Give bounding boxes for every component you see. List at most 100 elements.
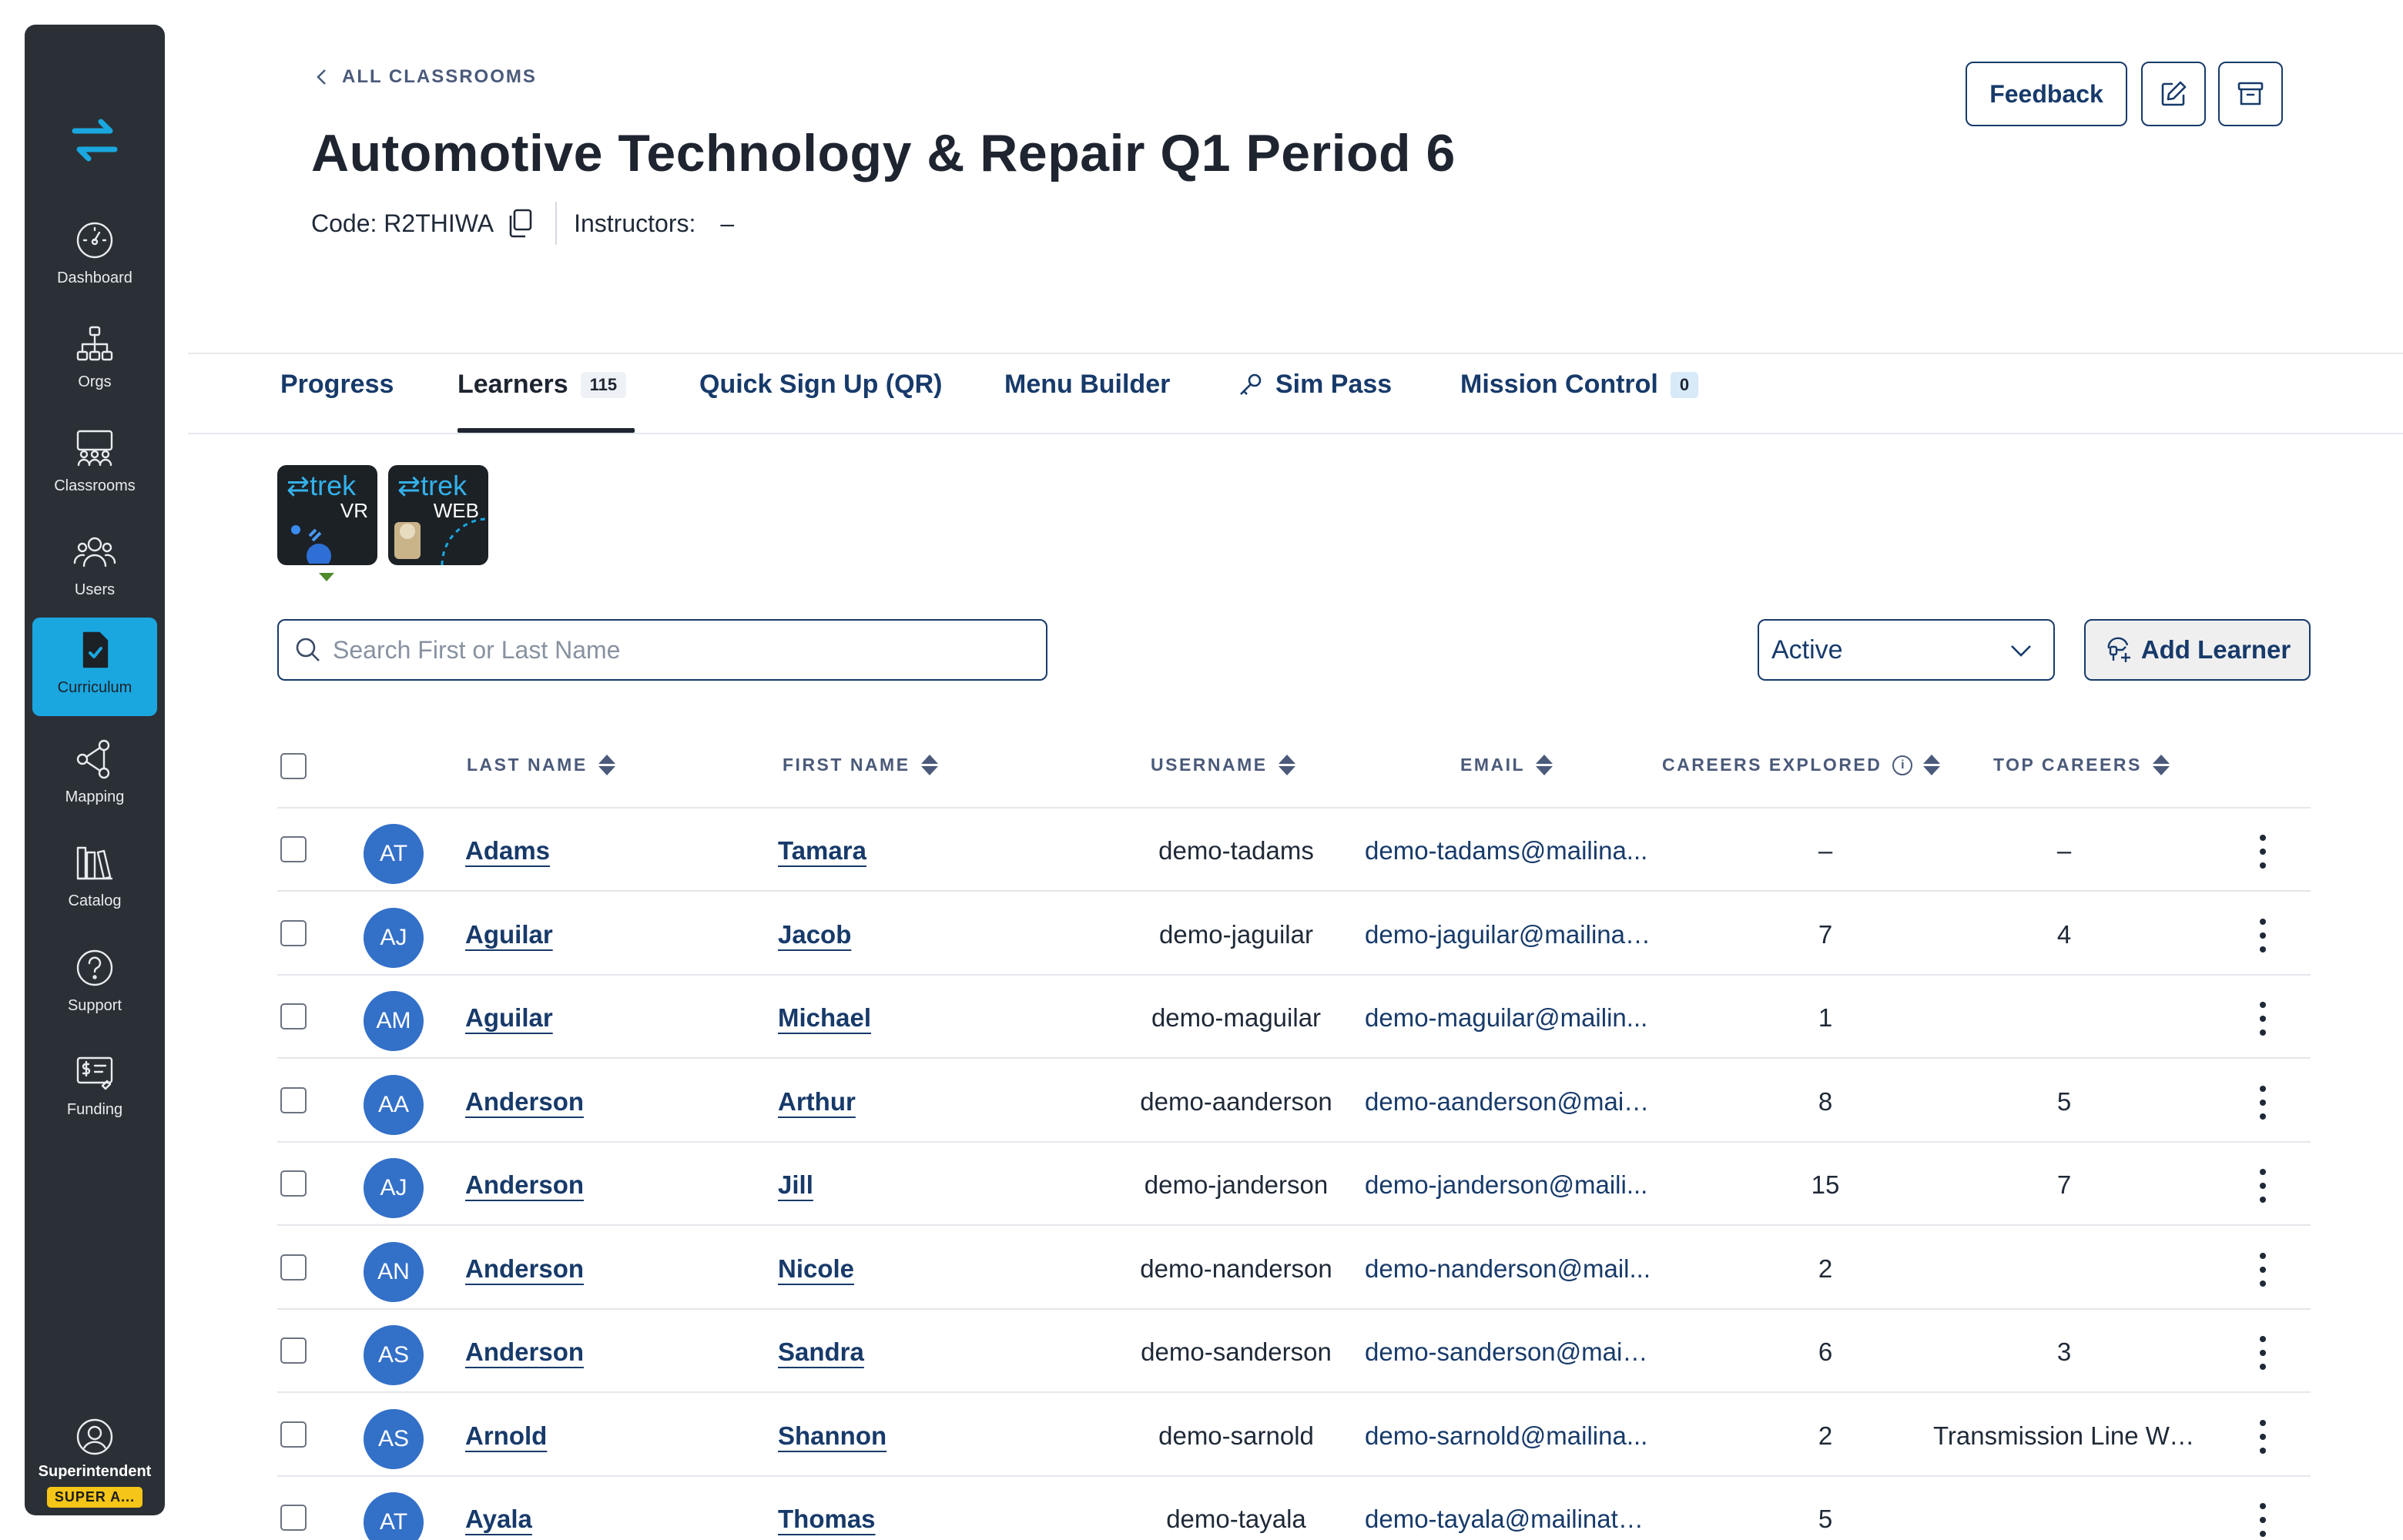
web-artwork-icon — [394, 517, 486, 565]
last-name-link[interactable]: Adams — [465, 836, 550, 865]
copy-icon[interactable] — [506, 208, 534, 239]
email-link[interactable]: demo-jaguilar@mailinat... — [1365, 920, 1651, 949]
search-box[interactable] — [277, 619, 1047, 681]
tab-sim-pass[interactable]: Sim Pass — [1237, 370, 1392, 400]
email-link[interactable]: demo-aanderson@maili... — [1365, 1087, 1651, 1116]
row-actions-menu-icon[interactable] — [2255, 1002, 2271, 1036]
user-menu[interactable]: Superintendent SUPER A... — [25, 1417, 165, 1508]
sidebar-item-dashboard[interactable]: Dashboard — [32, 208, 157, 306]
sidebar-item-funding[interactable]: Funding — [32, 1040, 157, 1138]
sidebar-item-catalog[interactable]: Catalog — [32, 831, 157, 929]
row-actions-menu-icon[interactable] — [2255, 835, 2271, 869]
column-header-top-careers[interactable]: TOP CAREERS — [1993, 755, 2170, 775]
row-actions-menu-icon[interactable] — [2255, 1252, 2271, 1287]
first-name-link[interactable]: Jacob — [778, 920, 851, 949]
chevron-down-icon — [2011, 645, 2031, 657]
row-actions-menu-icon[interactable] — [2255, 1085, 2271, 1120]
last-name-link[interactable]: Ayala — [465, 1505, 532, 1534]
row-actions-menu-icon[interactable] — [2255, 1503, 2271, 1537]
first-name-link[interactable]: Shannon — [778, 1421, 886, 1451]
archive-button[interactable] — [2218, 62, 2283, 126]
sidebar-item-orgs[interactable]: Orgs — [32, 312, 157, 410]
username-cell: demo-aanderson — [1140, 1086, 1332, 1116]
sidebar-item-mapping[interactable]: Mapping — [32, 727, 157, 825]
first-name-link[interactable]: Nicole — [778, 1254, 854, 1284]
row-actions-menu-icon[interactable] — [2255, 1419, 2271, 1454]
product-trek-web[interactable]: ⇄trek WEB — [388, 465, 488, 565]
careers-explored-cell: – — [1818, 836, 1833, 865]
row-checkbox[interactable] — [280, 919, 307, 946]
email-link[interactable]: demo-sanderson@maili... — [1365, 1337, 1651, 1367]
column-header-username[interactable]: USERNAME — [1151, 755, 1295, 775]
trek-logo-icon[interactable] — [70, 108, 119, 172]
header-divider — [188, 353, 2403, 354]
avatar: AJ — [364, 1158, 424, 1218]
email-link[interactable]: demo-janderson@maili... — [1365, 1170, 1651, 1200]
avatar: AT — [364, 1492, 424, 1540]
tab-mission-control[interactable]: Mission Control 0 — [1460, 370, 1699, 400]
first-name-link[interactable]: Sandra — [778, 1337, 864, 1367]
table-row: AJ Aguilar Jacob demo-jaguilar demo-jagu… — [277, 892, 2311, 976]
email-link[interactable]: demo-tadams@mailina... — [1365, 836, 1651, 865]
tab-progress[interactable]: Progress — [280, 370, 394, 400]
careers-explored-cell: 5 — [1818, 1505, 1833, 1533]
email-link[interactable]: demo-tayala@mailinato... — [1365, 1505, 1651, 1534]
username-cell: demo-janderson — [1144, 1170, 1329, 1199]
sidebar-item-users[interactable]: Users — [32, 520, 157, 618]
sort-icon — [598, 755, 615, 775]
username-cell: demo-sarnold — [1158, 1421, 1314, 1450]
edit-button[interactable] — [2141, 62, 2206, 126]
tab-label: Mission Control — [1460, 370, 1658, 399]
top-careers-cell: 4 — [2056, 919, 2072, 949]
first-name-link[interactable]: Arthur — [778, 1087, 856, 1116]
last-name-link[interactable]: Anderson — [465, 1254, 584, 1284]
avatar: AA — [364, 1074, 424, 1135]
row-checkbox[interactable] — [280, 1337, 307, 1364]
column-header-email[interactable]: EMAIL — [1460, 755, 1553, 775]
product-trek-vr[interactable]: ⇄trek VR — [277, 465, 377, 565]
status-filter-select[interactable]: Active — [1758, 619, 2055, 681]
avatar: AS — [364, 1408, 424, 1469]
row-actions-menu-icon[interactable] — [2255, 1169, 2271, 1203]
email-link[interactable]: demo-maguilar@mailin... — [1365, 1003, 1651, 1033]
column-header-last-name[interactable]: LAST NAME — [467, 755, 615, 775]
top-careers-cell: 7 — [2056, 1170, 2072, 1199]
row-checkbox[interactable] — [280, 1170, 307, 1197]
tab-menu-builder[interactable]: Menu Builder — [1004, 370, 1170, 400]
last-name-link[interactable]: Aguilar — [465, 920, 553, 949]
row-actions-menu-icon[interactable] — [2255, 918, 2271, 952]
select-all-checkbox[interactable] — [280, 753, 307, 779]
last-name-link[interactable]: Arnold — [465, 1421, 547, 1451]
table-row: AM Aguilar Michael demo-maguilar demo-ma… — [277, 976, 2311, 1059]
first-name-link[interactable]: Thomas — [778, 1505, 876, 1534]
row-checkbox[interactable] — [280, 1003, 307, 1029]
last-name-link[interactable]: Anderson — [465, 1087, 584, 1116]
sidebar-item-classrooms[interactable]: Classrooms — [32, 416, 157, 514]
sidebar-item-curriculum[interactable]: Curriculum — [32, 618, 157, 716]
first-name-link[interactable]: Tamara — [778, 836, 866, 865]
row-checkbox[interactable] — [280, 1505, 307, 1531]
add-learner-button[interactable]: Add Learner — [2084, 619, 2311, 681]
row-checkbox[interactable] — [280, 1086, 307, 1113]
tab-learners[interactable]: Learners 115 — [457, 370, 627, 400]
first-name-link[interactable]: Michael — [778, 1003, 871, 1033]
breadcrumb[interactable]: ALL CLASSROOMS — [314, 66, 537, 88]
row-checkbox[interactable] — [280, 1421, 307, 1448]
row-actions-menu-icon[interactable] — [2255, 1336, 2271, 1370]
key-icon — [1240, 373, 1262, 395]
tab-quick-sign-up[interactable]: Quick Sign Up (QR) — [699, 370, 942, 400]
info-icon[interactable]: i — [1892, 755, 1913, 775]
column-header-first-name[interactable]: FIRST NAME — [783, 755, 938, 775]
search-input[interactable] — [333, 635, 1026, 665]
email-link[interactable]: demo-nanderson@mail... — [1365, 1254, 1651, 1284]
email-link[interactable]: demo-sarnold@mailina... — [1365, 1421, 1651, 1451]
first-name-link[interactable]: Jill — [778, 1170, 813, 1200]
last-name-link[interactable]: Aguilar — [465, 1003, 553, 1033]
last-name-link[interactable]: Anderson — [465, 1337, 584, 1367]
feedback-button[interactable]: Feedback — [1966, 62, 2127, 126]
last-name-link[interactable]: Anderson — [465, 1170, 584, 1200]
row-checkbox[interactable] — [280, 1254, 307, 1281]
sidebar-item-support[interactable]: Support — [32, 936, 157, 1034]
column-header-careers-explored[interactable]: CAREERS EXPLORED i — [1662, 755, 1941, 775]
row-checkbox[interactable] — [280, 836, 307, 862]
